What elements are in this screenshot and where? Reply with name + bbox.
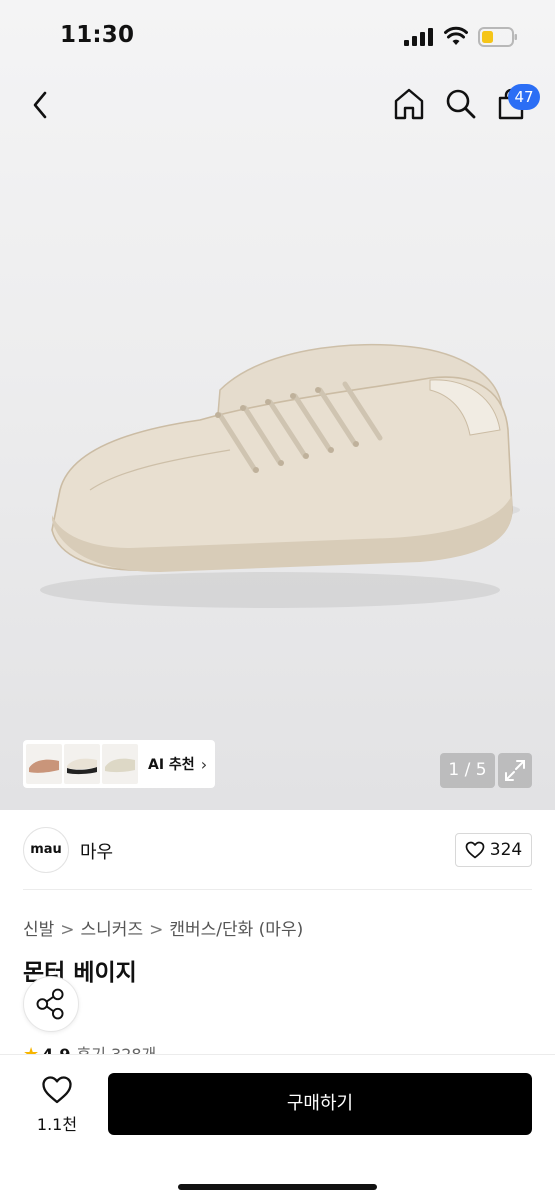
chevron-right-icon: > [60, 920, 75, 940]
thumbnail-1[interactable] [26, 744, 62, 784]
home-icon[interactable] [392, 86, 426, 122]
thumbnail-3[interactable] [102, 744, 138, 784]
signal-icon [404, 28, 433, 46]
wifi-icon [444, 26, 468, 45]
image-page-counter: 1 / 5 [440, 753, 495, 788]
breadcrumb: 신발 > 스니커즈 > 캔버스/단화 (마우) [23, 915, 303, 940]
home-indicator [178, 1184, 377, 1190]
product-image [40, 343, 520, 608]
status-bar: 11:30 [0, 0, 555, 70]
ai-recommend-strip[interactable]: AI 추천 › [23, 740, 215, 788]
divider [23, 889, 532, 890]
brand-like-count: 324 [489, 840, 523, 860]
product-gallery[interactable]: 11:30 47 AI 추천 › 1 / 5 [0, 0, 555, 810]
breadcrumb-item[interactable]: 스니커즈 [81, 920, 144, 940]
thumbnail-2[interactable] [64, 744, 100, 784]
back-icon[interactable] [26, 88, 56, 122]
search-icon[interactable] [444, 86, 478, 122]
ai-recommend-label: AI 추천 [148, 757, 195, 773]
breadcrumb-item[interactable]: 신발 [23, 920, 54, 940]
heart-icon [465, 841, 485, 859]
heart-icon[interactable] [41, 1075, 73, 1105]
rating-row[interactable]: ★ 4.9 후기 328개 [23, 1041, 156, 1055]
battery-icon [478, 27, 517, 47]
cart-count-badge: 47 [508, 84, 540, 110]
wish-count: 1.1천 [36, 1115, 78, 1134]
share-icon[interactable] [23, 976, 79, 1032]
chevron-right-icon: > [149, 920, 164, 940]
brand-like-button[interactable]: 324 [455, 833, 532, 867]
status-time: 11:30 [60, 22, 135, 48]
expand-icon[interactable] [498, 753, 532, 788]
bottom-action-bar: 1.1천 구매하기 [0, 1054, 555, 1200]
breadcrumb-item[interactable]: 캔버스/단화 (마우) [169, 920, 303, 940]
chevron-right-icon: › [200, 754, 208, 774]
brand-logo[interactable]: mau [23, 827, 69, 873]
brand-name[interactable]: 마우 [80, 838, 113, 864]
buy-button[interactable]: 구매하기 [108, 1073, 532, 1135]
